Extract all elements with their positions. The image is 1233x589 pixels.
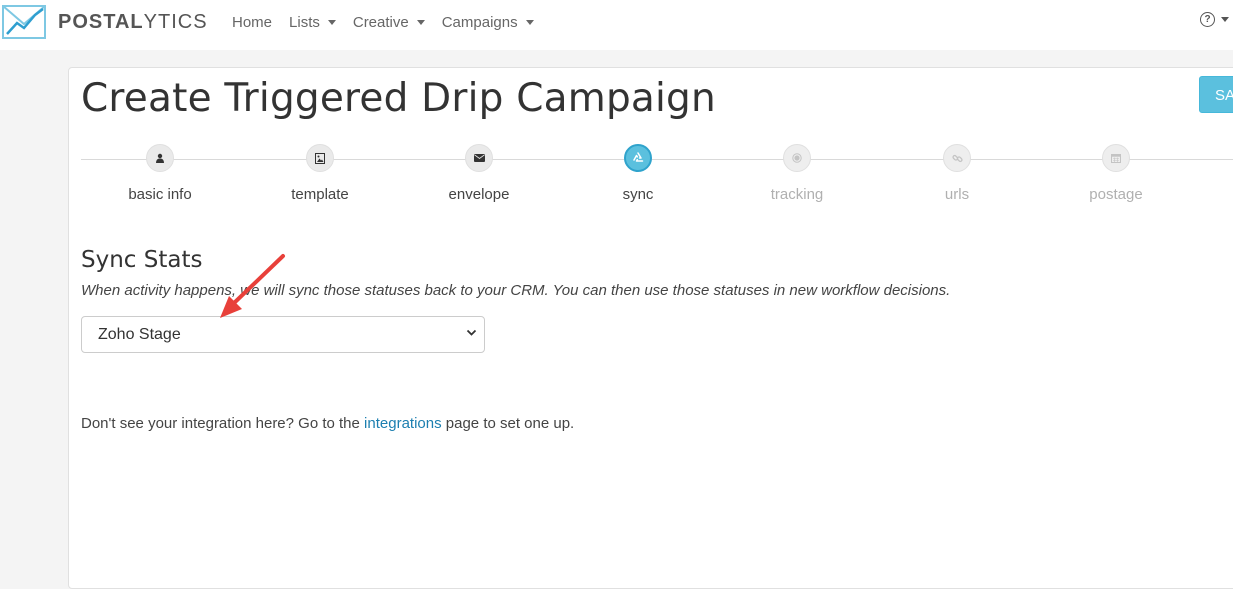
step-label: postage (1089, 186, 1143, 203)
integration-note-suffix: page to set one up. (441, 415, 575, 432)
caret-down-icon (525, 19, 534, 25)
step-label: template (291, 186, 349, 203)
integration-note: Don't see your integration here? Go to t… (81, 415, 574, 432)
step-label: urls (944, 186, 970, 203)
link-icon (951, 154, 963, 162)
caret-down-icon (416, 19, 425, 25)
postalytics-logo-icon (2, 5, 46, 39)
calendar-icon (1111, 154, 1121, 163)
wizard-step-postage[interactable]: postage (1056, 144, 1176, 203)
wizard-step-basic-info[interactable]: basic info (100, 144, 220, 203)
main-nav: Home Lists Creative Campaigns (232, 0, 551, 44)
envelope-icon (473, 154, 485, 162)
step-label: sync (622, 186, 654, 203)
brand-name: POSTALYTICS (58, 11, 208, 34)
brand-name-light: YTICS (143, 10, 208, 33)
page-title: Create Triggered Drip Campaign (81, 76, 716, 121)
integration-note-prefix: Don't see your integration here? Go to t… (81, 415, 365, 432)
sync-stats-title: Sync Stats (81, 247, 203, 273)
record-icon (792, 153, 802, 163)
step-label: basic info (128, 186, 192, 203)
question-circle-icon: ? (1200, 12, 1215, 27)
recycle-icon (633, 152, 644, 162)
step-label: envelope (448, 186, 510, 203)
step-dot (146, 144, 174, 172)
crm-sync-select-value: Zoho Stage (98, 326, 181, 343)
image-icon (315, 152, 325, 164)
nav-lists[interactable]: Lists (289, 14, 336, 31)
top-navbar: POSTALYTICS Home Lists Creative Campaign… (0, 0, 1233, 50)
nav-home-label: Home (232, 13, 273, 31)
crm-sync-select[interactable]: Zoho Stage (81, 316, 485, 353)
wizard-step-sync[interactable]: sync (578, 144, 698, 203)
wizard-step-envelope[interactable]: envelope (419, 144, 539, 203)
caret-down-icon (1221, 17, 1229, 22)
nav-campaigns[interactable]: Campaigns (442, 14, 534, 31)
step-dot (1102, 144, 1130, 172)
brand-logo[interactable]: POSTALYTICS (2, 4, 208, 40)
nav-creative-label: Creative (352, 13, 409, 31)
step-dot (783, 144, 811, 172)
help-menu[interactable]: ? (1200, 12, 1229, 27)
nav-creative[interactable]: Creative (353, 14, 425, 31)
user-icon (156, 153, 164, 163)
nav-home[interactable]: Home (232, 14, 272, 31)
caret-down-icon (327, 19, 336, 25)
step-dot (306, 144, 334, 172)
step-dot (943, 144, 971, 172)
step-dot (465, 144, 493, 172)
nav-lists-label: Lists (289, 13, 320, 31)
step-dot (624, 144, 652, 172)
wizard-step-tracking[interactable]: tracking (737, 144, 857, 203)
brand-name-bold: POSTAL (58, 10, 144, 33)
sync-stats-description: When activity happens, we will sync thos… (81, 282, 951, 299)
wizard-step-urls[interactable]: urls (897, 144, 1017, 203)
chevron-down-icon (466, 329, 477, 336)
step-label: c (1215, 186, 1233, 203)
step-label: tracking (770, 186, 824, 203)
integrations-link[interactable]: integrations (364, 415, 442, 432)
nav-campaigns-label: Campaigns (441, 13, 518, 31)
wizard-step-template[interactable]: template (260, 144, 380, 203)
wizard-step-next[interactable]: c (1215, 144, 1233, 203)
save-button[interactable]: SA (1199, 76, 1233, 113)
